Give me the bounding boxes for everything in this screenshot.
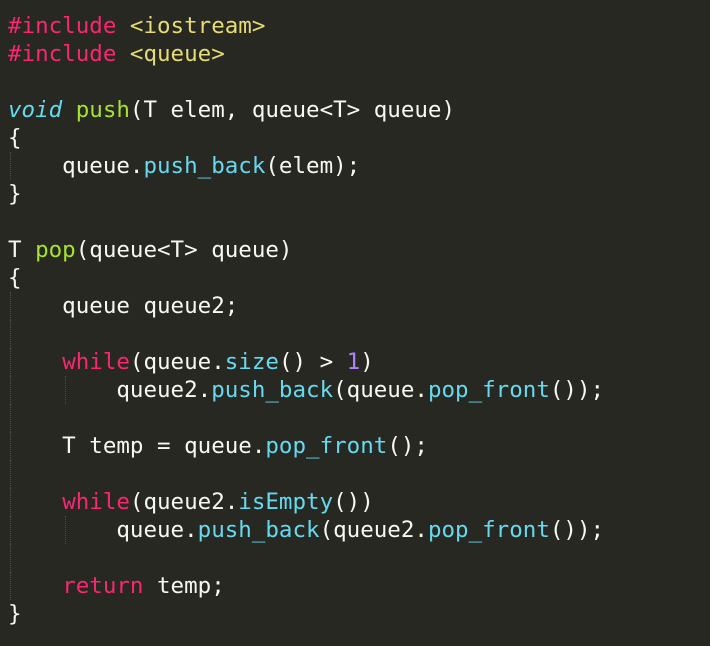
indent-guide (10, 292, 11, 320)
code-editor[interactable]: #include <iostream> #include <queue> void … (0, 0, 710, 646)
method-call-token: isEmpty (238, 489, 334, 515)
indent-guide (10, 404, 11, 432)
method-call-token: pop_front (265, 433, 388, 459)
method-call-token: pop_front (427, 517, 550, 543)
code-line[interactable] (8, 68, 604, 96)
indent-guide (10, 460, 11, 488)
code-line[interactable]: queue.push_back(queue2.pop_front()); (8, 516, 604, 544)
code-token: (T elem, queue<T> queue) (129, 97, 456, 123)
function-name-token: push (75, 97, 130, 123)
code-token: ()); (549, 517, 605, 543)
indent-guide (65, 516, 66, 544)
code-line[interactable] (8, 208, 604, 236)
code-line[interactable]: } (8, 600, 604, 628)
indent-guide (10, 516, 11, 544)
code-line[interactable]: { (8, 124, 604, 152)
code-token: queue queue2; (8, 293, 239, 319)
code-token: T temp = queue. (8, 433, 266, 459)
type-token: void (8, 97, 63, 123)
code-token: temp; (143, 573, 225, 599)
code-token: (queue. (333, 377, 428, 403)
code-token: ()); (549, 377, 605, 403)
method-call-token: push_back (143, 153, 266, 179)
code-token: (queue2. (319, 517, 428, 543)
code-token: { (8, 265, 22, 291)
code-area[interactable]: #include <iostream> #include <queue> void … (8, 12, 604, 628)
code-token: () > (278, 349, 347, 375)
code-token: (queue. (129, 349, 225, 375)
code-line[interactable] (8, 404, 604, 432)
method-call-token: push_back (197, 517, 320, 543)
code-token: (); (387, 433, 428, 459)
code-line[interactable]: while(queue.size() > 1) (8, 348, 604, 376)
code-line[interactable]: queue2.push_back(queue.pop_front()); (8, 376, 604, 404)
code-token: } (8, 601, 22, 627)
code-token: (queue<T> queue) (75, 237, 293, 263)
code-token: (queue2. (129, 489, 239, 515)
indent-guide (65, 376, 66, 404)
indent-guide (10, 152, 11, 180)
method-call-token: push_back (211, 377, 334, 403)
code-line[interactable]: T temp = queue.pop_front(); (8, 432, 604, 460)
indent-guide (10, 320, 11, 348)
code-token: } (8, 181, 22, 207)
function-name-token: pop (35, 237, 76, 263)
indent-guide (10, 572, 11, 600)
string-token: <queue> (129, 41, 225, 67)
code-line[interactable] (8, 320, 604, 348)
code-line[interactable]: queue queue2; (8, 292, 604, 320)
keyword-token: return (62, 573, 144, 599)
preprocessor-token: #include (8, 41, 117, 67)
code-line[interactable]: T pop(queue<T> queue) (8, 236, 604, 264)
method-call-token: pop_front (427, 377, 550, 403)
keyword-token: while (62, 489, 130, 515)
code-line[interactable] (8, 544, 604, 572)
code-token: queue. (8, 153, 144, 179)
code-line[interactable]: void push(T elem, queue<T> queue) (8, 96, 604, 124)
indent-guide (10, 432, 11, 460)
code-line[interactable]: queue.push_back(elem); (8, 152, 604, 180)
code-line[interactable]: while(queue2.isEmpty()) (8, 488, 604, 516)
indent-guide (10, 376, 11, 404)
code-token: ()) (333, 489, 374, 515)
code-token: { (8, 125, 22, 151)
code-line[interactable]: { (8, 264, 604, 292)
code-token: ) (360, 349, 374, 375)
string-token: <iostream> (129, 13, 266, 39)
code-token: queue. (8, 517, 198, 543)
code-line[interactable]: } (8, 180, 604, 208)
indent-guide (10, 488, 11, 516)
code-line[interactable]: #include <iostream> (8, 12, 604, 40)
keyword-token: while (62, 349, 130, 375)
code-token: (elem); (265, 153, 361, 179)
indent-guide (10, 544, 11, 572)
preprocessor-token: #include (8, 13, 117, 39)
code-line[interactable] (8, 460, 604, 488)
code-line[interactable]: #include <queue> (8, 40, 604, 68)
code-token: queue2. (8, 377, 212, 403)
number-token: 1 (346, 349, 361, 375)
code-token: T (8, 237, 36, 263)
code-line[interactable]: return temp; (8, 572, 604, 600)
method-call-token: size (224, 349, 279, 375)
indent-guide (10, 348, 11, 376)
